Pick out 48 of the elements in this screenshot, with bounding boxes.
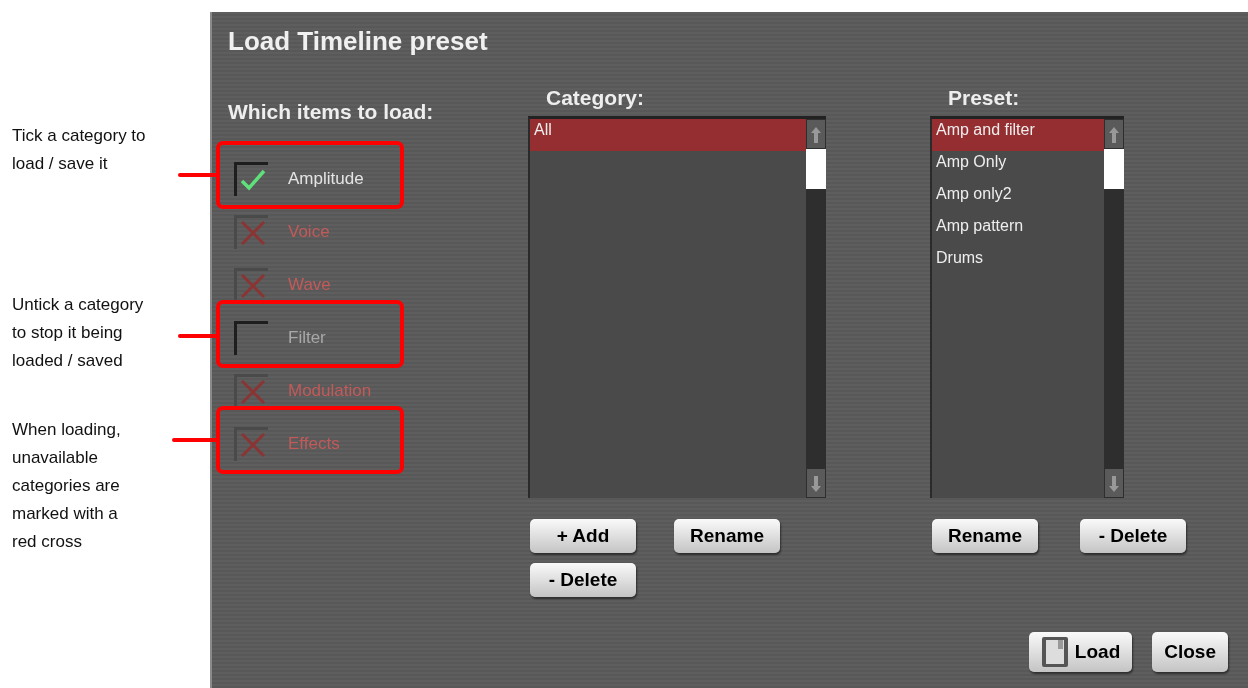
leader-line (172, 438, 218, 442)
checkbox[interactable] (234, 320, 268, 355)
preset-button[interactable]: - Delete (1080, 519, 1186, 553)
item-label: Voice (288, 221, 330, 242)
scroll-down-icon[interactable] (1104, 468, 1124, 498)
list-item[interactable]: Amp and filter (932, 119, 1104, 151)
load-button[interactable]: Load (1028, 632, 1133, 672)
items-heading: Which items to load: (228, 100, 435, 125)
list-item[interactable]: Amp Only (932, 151, 1104, 183)
cross-icon (239, 220, 266, 246)
checkbox[interactable] (234, 161, 268, 196)
cross-icon (239, 273, 266, 299)
scrollbar[interactable] (1104, 119, 1124, 498)
item-label: Filter (288, 327, 326, 348)
category-button[interactable]: + Add (530, 519, 636, 553)
category-heading: Category: (545, 86, 646, 111)
list-item[interactable]: Amp pattern (932, 215, 1104, 247)
item-label: Effects (288, 433, 340, 454)
checkbox[interactable] (234, 267, 268, 302)
scroll-down-icon[interactable] (806, 468, 826, 498)
leader-line (178, 334, 218, 338)
preset-button[interactable]: Rename (932, 519, 1038, 553)
list-item[interactable]: Drums (932, 247, 1104, 279)
scroll-thumb[interactable] (1104, 149, 1124, 189)
cross-icon (239, 379, 266, 405)
check-icon (239, 169, 266, 191)
list-item[interactable]: Amp only2 (932, 183, 1104, 215)
scrollbar[interactable] (806, 119, 826, 498)
list-item[interactable]: All (530, 119, 806, 151)
checkbox[interactable] (234, 426, 268, 461)
cross-icon (239, 432, 266, 458)
item-label: Wave (288, 274, 331, 295)
checkbox[interactable] (234, 214, 268, 249)
checkbox[interactable] (234, 373, 268, 408)
category-button[interactable]: - Delete (530, 563, 636, 597)
annotation-text: Untick a category to stop it being loaded / saved (12, 294, 145, 372)
scroll-up-icon[interactable] (1104, 119, 1124, 149)
preset-heading: Preset: (947, 86, 1021, 111)
annotation-text: When loading, unavailable categories are marked with a red cross (12, 419, 122, 553)
dialog-title: Load Timeline preset (228, 26, 489, 58)
category-button[interactable]: Rename (674, 519, 780, 553)
close-button[interactable]: Close (1152, 632, 1228, 672)
item-label: Amplitude (288, 168, 364, 189)
scroll-up-icon[interactable] (806, 119, 826, 149)
scroll-thumb[interactable] (806, 149, 826, 189)
item-label: Modulation (288, 380, 372, 401)
annotation-text: Tick a category to load / save it (12, 125, 147, 175)
leader-line (178, 173, 218, 177)
